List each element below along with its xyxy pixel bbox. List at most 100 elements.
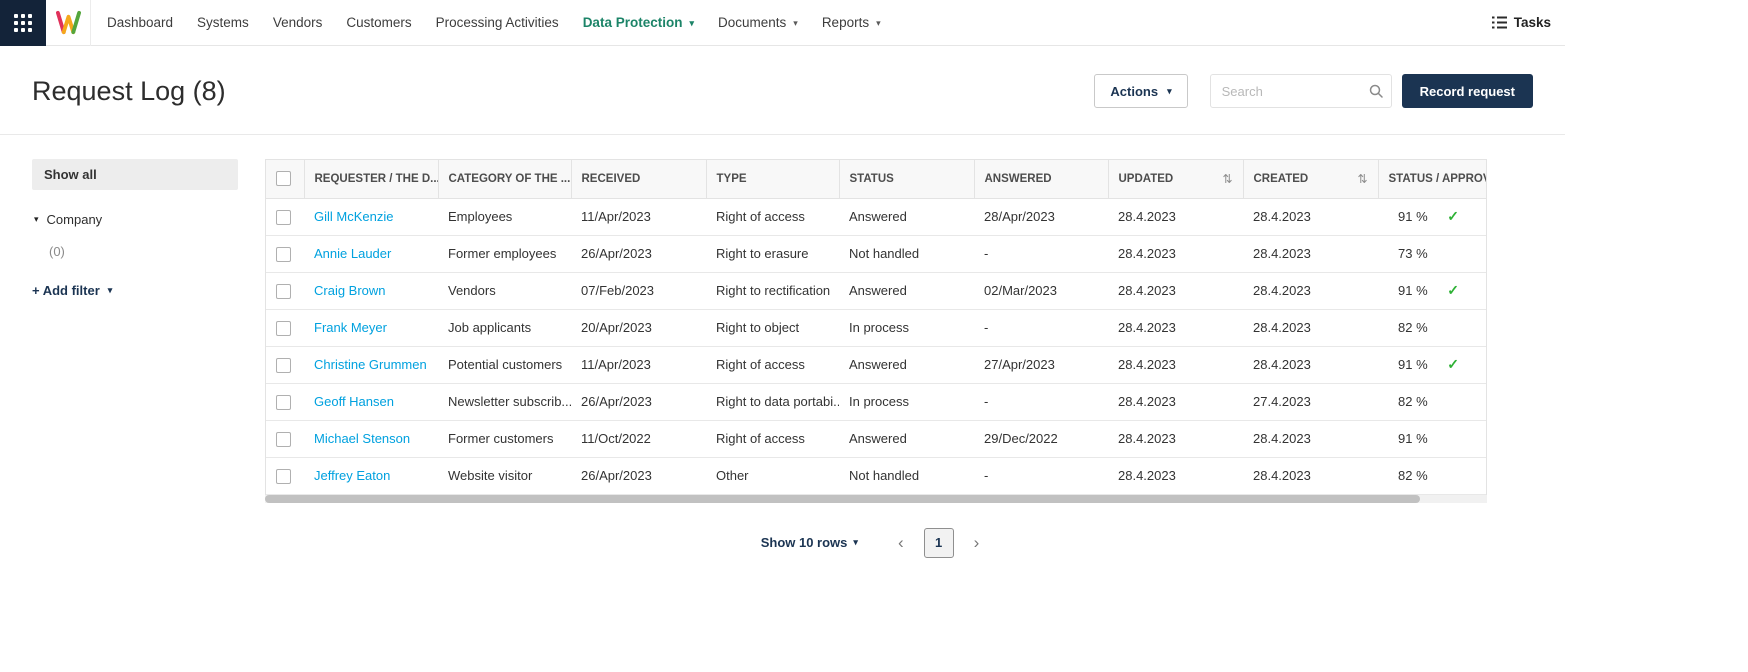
nav-item-vendors[interactable]: Vendors ▾ — [261, 0, 335, 46]
requester-link[interactable]: Annie Lauder — [314, 246, 391, 261]
received-cell: 07/Feb/2023 — [571, 272, 706, 310]
app-launcher-button[interactable] — [0, 0, 46, 46]
rows-per-page-select[interactable]: Show 10 rows ▾ — [761, 535, 858, 550]
tasks-button[interactable]: Tasks — [1491, 15, 1551, 30]
type-cell: Right of access — [706, 346, 839, 384]
created-cell: 28.4.2023 — [1243, 272, 1378, 310]
table-row: Gill McKenzie Employees 11/Apr/2023 Righ… — [266, 198, 1486, 236]
nav-item-data-protection[interactable]: Data Protection ▾ — [571, 0, 706, 46]
scrollbar-thumb[interactable] — [265, 494, 1420, 503]
requester-link[interactable]: Frank Meyer — [314, 320, 387, 335]
nav-item-systems[interactable]: Systems ▾ — [185, 0, 261, 46]
created-cell: 28.4.2023 — [1243, 309, 1378, 347]
status-cell: Answered — [839, 198, 974, 236]
row-checkbox[interactable] — [276, 431, 291, 447]
record-request-button[interactable]: Record request — [1401, 74, 1533, 108]
content-area: Show all ▾ Company (0) + Add filter ▾ RE… — [0, 135, 1565, 603]
updated-cell: 28.4.2023 — [1108, 309, 1243, 347]
nav-item-processing-activities[interactable]: Processing Activities ▾ — [424, 0, 571, 46]
type-cell: Right to rectification — [706, 272, 839, 310]
row-checkbox[interactable] — [276, 283, 291, 299]
page-1-button[interactable]: 1 — [923, 527, 954, 558]
checkbox-cell — [266, 272, 304, 310]
filter-show-all[interactable]: Show all — [32, 159, 238, 190]
received-cell: 11/Apr/2023 — [571, 346, 706, 384]
filter-group-company[interactable]: ▾ Company — [32, 212, 238, 227]
grid-icon — [14, 13, 32, 32]
checkbox-cell — [266, 383, 304, 421]
approval-percent: 91 % — [1398, 283, 1428, 298]
top-navbar: Dashboard ▾ Systems ▾ Vendors ▾ Customer… — [0, 0, 1565, 46]
received-cell: 26/Apr/2023 — [571, 235, 706, 273]
requester-cell: Gill McKenzie — [304, 198, 438, 236]
sort-icon[interactable]: ⇅ — [1357, 172, 1367, 186]
approval-percent: 82 % — [1398, 468, 1428, 483]
requester-link[interactable]: Christine Grummen — [314, 357, 427, 372]
col-updated[interactable]: UPDATED ⇅ — [1107, 160, 1243, 199]
requester-link[interactable]: Jeffrey Eaton — [314, 468, 390, 483]
requester-link[interactable]: Michael Stenson — [314, 431, 410, 446]
answered-cell: - — [974, 457, 1108, 495]
sort-icon[interactable]: ⇅ — [1222, 172, 1232, 186]
requester-link[interactable]: Gill McKenzie — [314, 209, 393, 224]
nav-item-label: Documents — [718, 15, 787, 30]
requester-link[interactable]: Craig Brown — [314, 283, 386, 298]
tasks-icon — [1491, 16, 1507, 29]
col-created[interactable]: CREATED ⇅ — [1242, 160, 1378, 199]
brand-logo[interactable] — [46, 0, 91, 46]
nav-item-label: Processing Activities — [435, 15, 559, 30]
status-cell: In process — [839, 383, 974, 421]
checkbox-cell — [266, 309, 304, 347]
row-checkbox[interactable] — [276, 468, 291, 484]
row-checkbox[interactable] — [276, 357, 291, 373]
add-filter-button[interactable]: + Add filter ▾ — [32, 283, 238, 298]
search-box — [1209, 74, 1392, 108]
created-cell: 28.4.2023 — [1243, 420, 1378, 458]
approved-check-icon: ✓ — [1447, 282, 1459, 298]
answered-cell: 02/Mar/2023 — [974, 272, 1108, 310]
main-nav: Dashboard ▾ Systems ▾ Vendors ▾ Customer… — [95, 0, 893, 46]
created-cell: 28.4.2023 — [1243, 346, 1378, 384]
nav-item-dashboard[interactable]: Dashboard ▾ — [95, 0, 185, 46]
select-all-checkbox[interactable] — [276, 171, 291, 187]
collapse-caret-icon: ▾ — [34, 214, 39, 224]
requester-cell: Christine Grummen — [304, 346, 438, 384]
rows-per-page-label: Show 10 rows — [760, 535, 848, 550]
nav-item-label: Vendors — [272, 15, 323, 30]
next-page-button[interactable]: › — [962, 533, 992, 553]
category-cell: Former employees — [438, 235, 571, 273]
col-updated-label: UPDATED — [1118, 172, 1174, 185]
row-checkbox[interactable] — [276, 394, 291, 410]
search-icon[interactable] — [1369, 84, 1383, 98]
received-cell: 11/Apr/2023 — [571, 198, 706, 236]
updated-cell: 28.4.2023 — [1108, 457, 1243, 495]
search-input[interactable] — [1209, 74, 1392, 108]
updated-cell: 28.4.2023 — [1108, 235, 1243, 273]
status-cell: Not handled — [839, 235, 974, 273]
approved-check-icon: ✓ — [1447, 356, 1459, 372]
nav-item-reports[interactable]: Reports ▾ — [810, 0, 893, 46]
col-status: STATUS — [838, 160, 974, 199]
actions-button[interactable]: Actions ▾ — [1094, 74, 1188, 108]
approval-cell: 91 % ✓ — [1378, 272, 1486, 310]
requester-link[interactable]: Geoff Hansen — [314, 394, 394, 409]
answered-cell: - — [974, 235, 1108, 273]
type-cell: Right to object — [706, 309, 839, 347]
nav-item-customers[interactable]: Customers ▾ — [334, 0, 423, 46]
received-cell: 11/Oct/2022 — [571, 420, 706, 458]
nav-item-documents[interactable]: Documents ▾ — [706, 0, 810, 46]
row-checkbox[interactable] — [276, 209, 291, 225]
row-checkbox[interactable] — [276, 246, 291, 262]
nav-item-label: Reports — [821, 15, 870, 30]
chevron-down-icon: ▾ — [853, 537, 858, 547]
table-row: Michael Stenson Former customers 11/Oct/… — [266, 420, 1486, 458]
prev-page-button[interactable]: ‹ — [886, 533, 916, 553]
horizontal-scrollbar[interactable] — [265, 494, 1487, 503]
chevron-down-icon: ▾ — [1167, 85, 1172, 96]
approval-percent: 73 % — [1398, 246, 1428, 261]
row-checkbox[interactable] — [276, 320, 291, 336]
table-row: Frank Meyer Job applicants 20/Apr/2023 R… — [266, 309, 1486, 347]
category-cell: Newsletter subscrib... — [438, 383, 571, 421]
app-window: Dashboard ▾ Systems ▾ Vendors ▾ Customer… — [0, 0, 1565, 672]
approval-cell: 73 % ✓ — [1378, 235, 1486, 273]
